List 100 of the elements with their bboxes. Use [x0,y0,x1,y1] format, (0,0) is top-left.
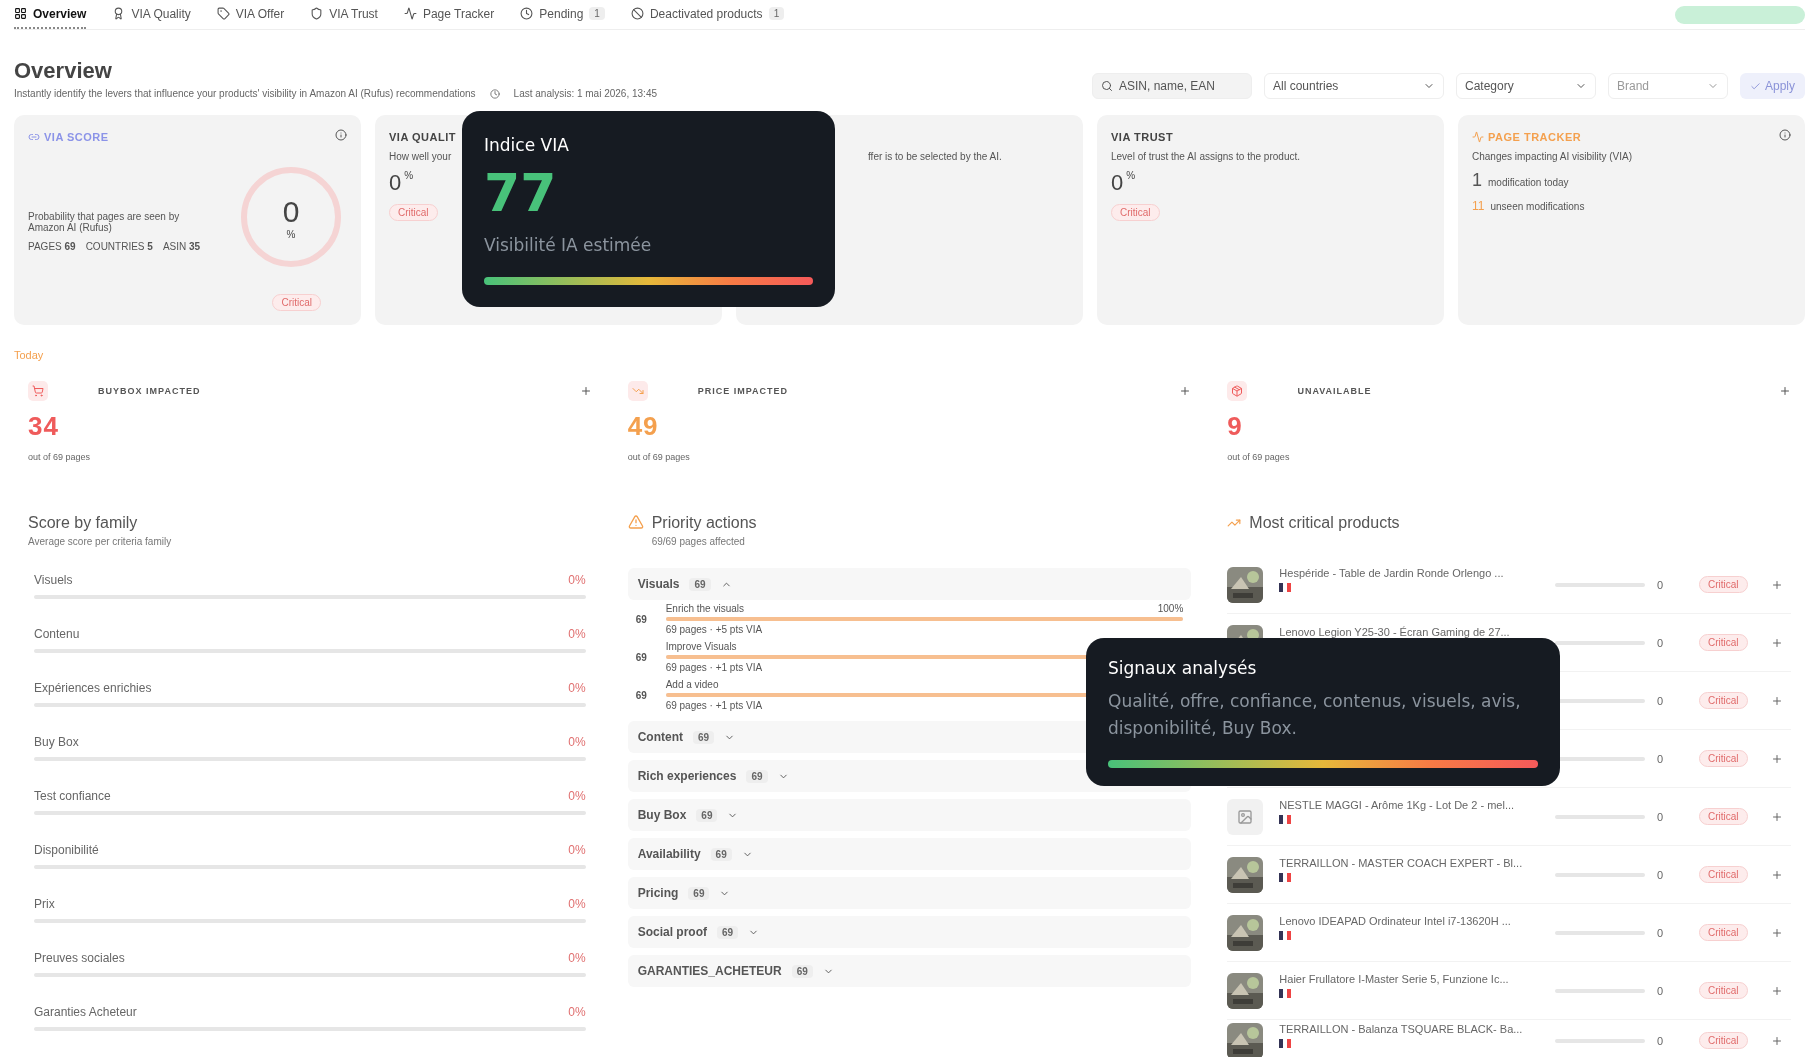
tooltip-title: Signaux analysés [1108,658,1258,678]
action-detail: 69 pages · +5 pts VIA [665,624,763,635]
product-name: Haier Frullatore I-Master Serie 5, Funzione Ic... [1279,973,1510,985]
family-name: Disponibilité [34,843,99,857]
flag-icon [1279,1039,1292,1048]
add-icon[interactable] [1771,868,1783,881]
card-title: PAGE TRACKER [1488,131,1582,143]
impact-note: out of 69 pages [627,452,690,462]
family-name: Buy Box [34,735,79,749]
family-score: 0% [568,843,586,857]
category-select[interactable]: Category [1455,73,1596,99]
status-badge: Critical [1699,866,1748,883]
section-subtitle: 69/69 pages affected [651,536,746,547]
nav-tab[interactable]: VIA Offer [216,0,285,29]
tooltip-caption: Visibilité IA estimée [484,234,653,258]
product-score: 0 [1657,636,1665,649]
section-label: Today [14,349,45,361]
add-icon[interactable] [1771,1034,1783,1047]
action-group[interactable]: GARANTIES_ACHETEUR 69 [627,955,1192,987]
card-description: Probability that pages are seen by Amazon AI (Rufus) [28,211,181,233]
shield-icon [310,7,324,20]
flag-icon [1279,873,1292,882]
section-subtitle: Average score per criteria family [28,536,173,547]
status-badge: Critical [389,204,438,221]
card-description: How well your [389,151,453,162]
add-icon[interactable] [1779,385,1791,397]
action-detail: 69 pages · +1 pts VIA [665,662,763,673]
card-title: VIA SCORE [44,131,109,143]
action-title: Add a video [665,679,719,690]
action-group[interactable]: Social proof 69 [627,916,1192,948]
count-badge: 69 [693,730,715,744]
family-score: 0% [568,681,586,695]
add-icon[interactable] [1179,385,1192,397]
link-icon [28,131,40,143]
product-score: 0 [1657,984,1665,997]
count-badge: 69 [688,886,710,900]
nav-tab[interactable]: Deactivated products 1 [630,0,785,29]
tooltip-value: 77 [484,165,558,223]
warning-icon [627,514,644,530]
card-description: ffer is to be selected by the AI. [867,151,1003,162]
nav-tab[interactable]: VIA Quality [112,0,191,29]
add-icon[interactable] [1771,636,1783,649]
stat-label: ASIN 35 [162,241,201,252]
check-icon [1749,80,1761,92]
nav-tab[interactable]: Pending 1 [520,0,605,29]
product-score: 0 [1657,752,1665,765]
count-value: 1 [1472,170,1482,191]
action-title: Enrich the visuals [665,603,745,614]
section-title: Priority actions [651,514,757,532]
cart-icon [28,381,48,401]
flag-icon [1279,583,1292,592]
product-name: Lenovo Legion Y25-30 - Écran Gaming de 27... [1279,626,1511,638]
action-count: 69 [635,613,648,625]
box-icon [1227,381,1248,401]
product-name: NESTLE MAGGI - Arôme 1Kg - Lot De 2 - mel... [1279,799,1516,811]
info-icon [335,129,347,141]
tag-icon [216,7,230,20]
tooltip-title: Indice VIA [484,135,570,155]
status-badge: Critical [1699,750,1748,767]
action-group[interactable]: Visuals 69 [627,568,1192,600]
info-icon [1779,129,1791,141]
add-icon[interactable] [1771,984,1783,997]
add-icon[interactable] [1771,578,1783,591]
metric-unit: % [1126,170,1136,181]
add-icon[interactable] [579,385,592,397]
page-subtitle: Instantly identify the levers that influence your products' visibility in Amazon AI (Rufus) recommendations [14,88,476,99]
family-score: 0% [568,735,586,749]
stat-label: COUNTRIES 5 [85,241,153,252]
metric-value: 0 [389,170,402,196]
stat-label: PAGES 69 [28,241,76,252]
add-icon[interactable] [1771,694,1783,707]
add-icon[interactable] [1771,926,1783,939]
nav-tab[interactable]: Overview [14,0,87,29]
country-select[interactable]: All countries [1263,73,1444,99]
product-score: 0 [1657,694,1665,707]
card-description: Changes impacting AI visibility (VIA) [1472,151,1634,162]
add-icon[interactable] [1771,752,1783,765]
action-group[interactable]: Buy Box 69 [627,799,1192,831]
nav-tab[interactable]: Page Tracker [403,0,495,29]
product-score: 0 [1657,810,1665,823]
count-badge: 69 [689,577,711,591]
family-name: Preuves sociales [34,951,125,965]
status-badge: Critical [272,294,321,311]
action-group[interactable]: Availability 69 [627,838,1192,870]
search-field[interactable]: ASIN, name, EAN [1091,73,1252,99]
select-value: Brand [1616,79,1649,93]
add-icon[interactable] [1771,810,1783,823]
action-group[interactable]: Pricing 69 [627,877,1192,909]
count-badge: 1 [768,7,785,20]
card-title: VIA QUALIT [389,131,456,143]
family-score: 0% [568,1005,586,1019]
select-value: All countries [1272,79,1339,93]
family-score: 0% [568,627,586,641]
product-name: Lenovo IDEAPAD Ordinateur Intel i7-13620H ... [1279,915,1512,927]
product-score: 0 [1657,578,1665,591]
status-badge: Critical [1699,634,1748,651]
metric-value: 0 [1111,170,1124,196]
page-title: Overview [14,58,113,84]
nav-tab[interactable]: VIA Trust [310,0,378,29]
action-detail: 69 pages · +1 pts VIA [665,700,763,711]
